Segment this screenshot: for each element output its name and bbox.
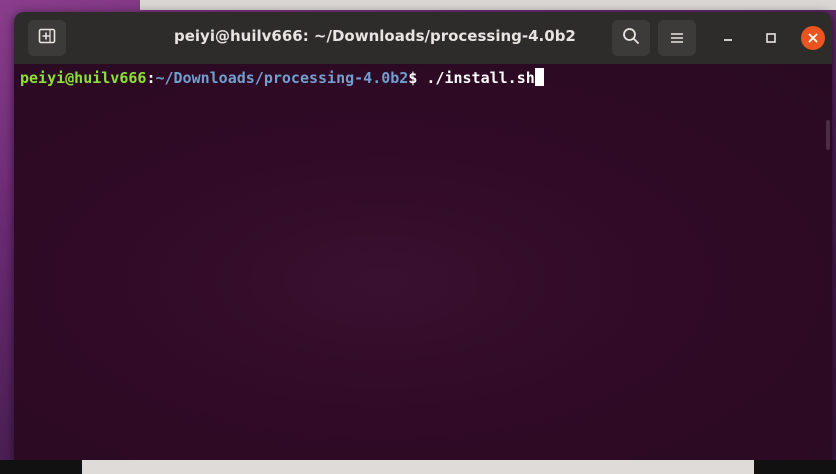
text-cursor bbox=[534, 68, 544, 86]
prompt-user: peiyi@huilv666 bbox=[20, 69, 147, 87]
maximize-icon bbox=[765, 29, 777, 48]
terminal-window[interactable]: peiyi@huilv666: ~/Downloads/processing-4… bbox=[14, 12, 832, 460]
header-bar[interactable]: peiyi@huilv666: ~/Downloads/processing-4… bbox=[14, 12, 832, 64]
prompt-path: ~/Downloads/processing-4.0b2 bbox=[155, 69, 409, 87]
background-window-strip bbox=[140, 0, 836, 10]
minimize-icon bbox=[722, 29, 734, 48]
menu-button[interactable] bbox=[658, 20, 696, 56]
new-tab-button[interactable] bbox=[28, 20, 66, 56]
scrollbar[interactable] bbox=[826, 120, 830, 150]
prompt-line: peiyi@huilv666:~/Downloads/processing-4.… bbox=[20, 68, 544, 88]
background-window-bottom bbox=[82, 460, 754, 474]
close-button[interactable] bbox=[801, 26, 825, 50]
maximize-button[interactable] bbox=[759, 26, 783, 50]
minimize-button[interactable] bbox=[716, 26, 740, 50]
close-icon bbox=[807, 29, 819, 48]
new-tab-icon bbox=[38, 28, 56, 48]
hamburger-menu-icon bbox=[670, 29, 684, 48]
window-title: peiyi@huilv666: ~/Downloads/processing-4… bbox=[174, 27, 576, 45]
terminal-output-area[interactable]: peiyi@huilv666:~/Downloads/processing-4.… bbox=[14, 64, 832, 460]
search-button[interactable] bbox=[612, 20, 650, 56]
search-icon bbox=[622, 27, 640, 49]
desktop-background: peiyi@huilv666: ~/Downloads/processing-4… bbox=[0, 0, 836, 474]
command-text: ./install.sh bbox=[417, 69, 535, 87]
